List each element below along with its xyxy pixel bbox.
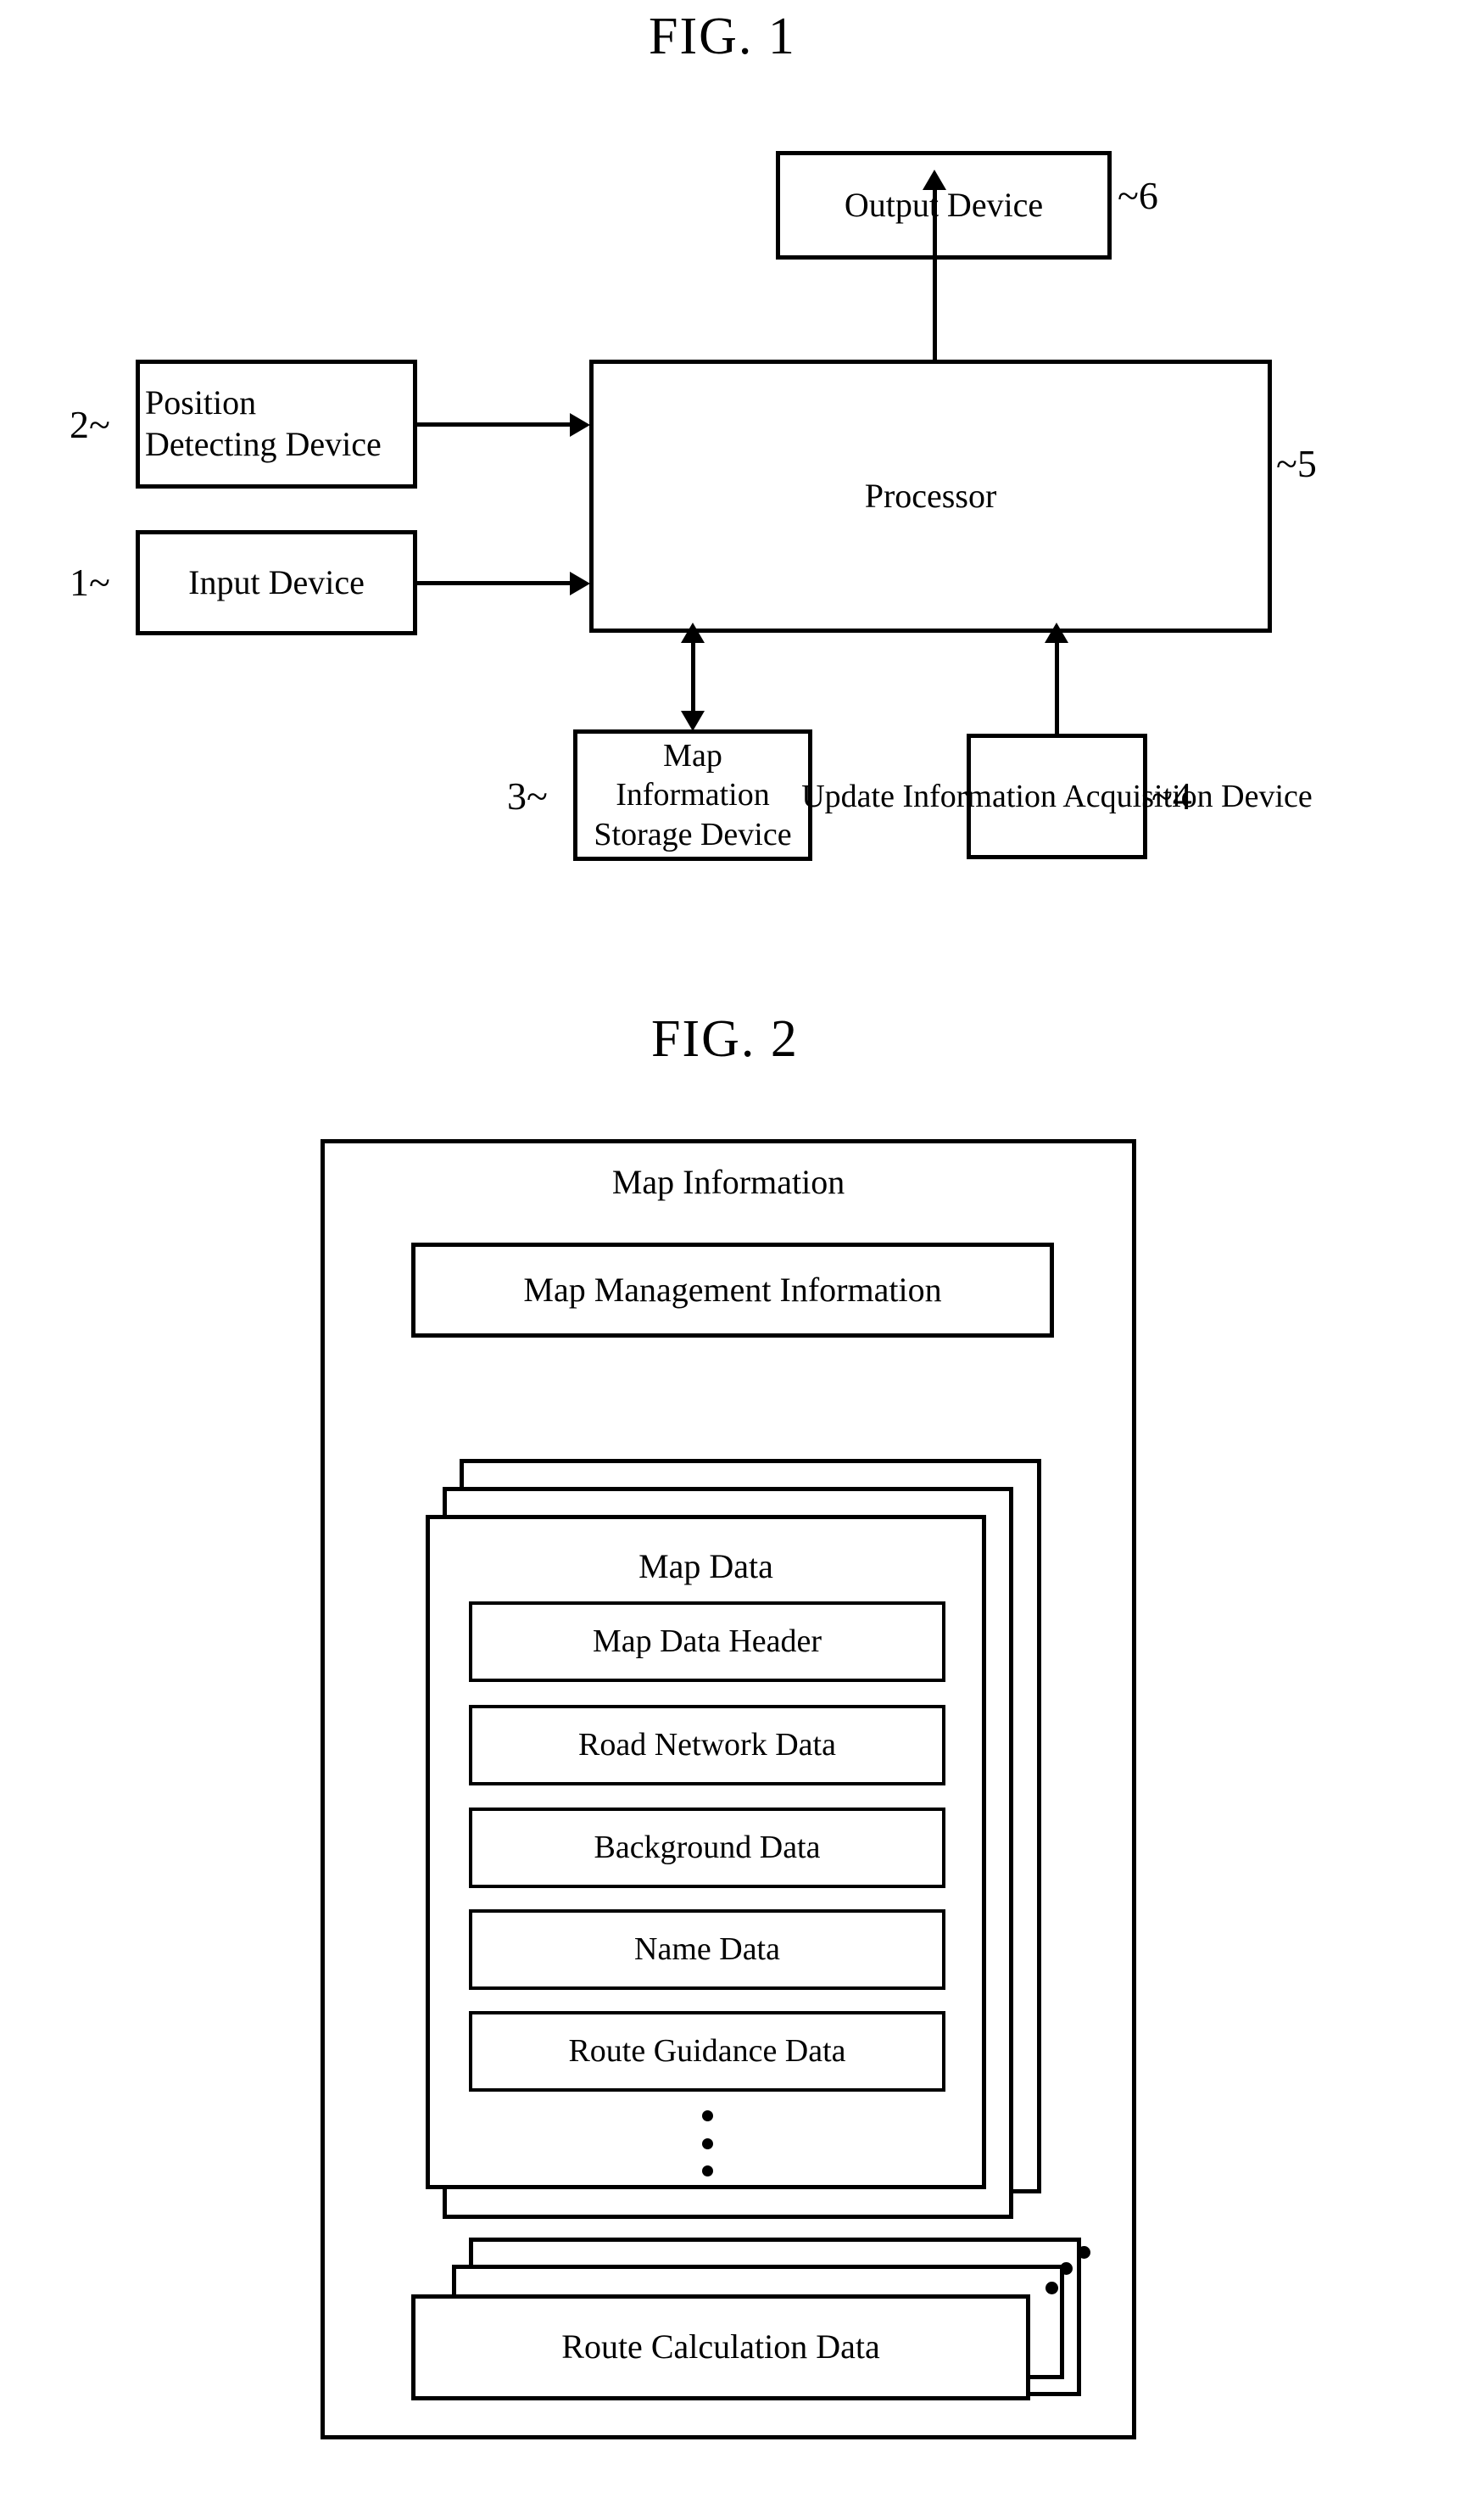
reference-numeral-2: 2~ [70,403,110,446]
reference-numeral-5: ~5 [1276,442,1317,485]
processor-box: Processor [589,360,1272,633]
connector-position-detecting-to-processor [417,422,572,427]
map-data-item-label-3: Name Data [634,1931,780,1968]
figure-2-title: FIG. 2 [651,1010,799,1068]
input-device-box: Input Device [136,530,417,635]
arrow-head-up-output-device [923,170,946,190]
position-detecting-device-label: Position Detecting Device [145,383,382,463]
diagonal-ellipsis-dot-2 [1060,2262,1073,2275]
arrow-head-up-update-acquisition [1045,623,1068,643]
map-data-item-label-1: Road Network Data [578,1727,836,1763]
map-data-item-box-2: Background Data [469,1808,945,1888]
diagonal-ellipsis-dot-1 [1045,2282,1058,2294]
map-data-item-box-4: Route Guidance Data [469,2011,945,2092]
reference-numeral-3: 3~ [507,774,548,818]
connector-update-acquisition-to-processor [1055,638,1059,734]
map-management-information-box: Map Management Information [411,1243,1054,1338]
arrow-head-right-input-device [570,572,590,595]
arrow-head-down-map-storage [681,711,705,731]
map-data-item-label-0: Map Data Header [592,1623,822,1660]
map-data-item-label-4: Route Guidance Data [568,2033,846,2070]
input-device-label: Input Device [188,562,365,601]
map-data-item-label-2: Background Data [594,1830,821,1866]
patent-drawing-sheet: FIG. 1 Output Device ~6 Position Detecti… [0,0,1472,2520]
reference-numeral-4: ~4 [1151,774,1192,818]
route-calculation-data-label: Route Calculation Data [561,2327,880,2366]
route-calculation-data-box: Route Calculation Data [411,2294,1030,2400]
reference-numeral-1: 1~ [70,561,110,604]
arrow-head-right-position-detecting [570,413,590,437]
arrow-head-up-map-storage [681,623,705,643]
map-data-label: Map Data [638,1547,773,1585]
map-management-information-label: Map Management Information [523,1270,942,1309]
figure-1-title: FIG. 1 [649,8,796,65]
connector-input-device-to-processor [417,581,572,585]
update-information-acquisition-device-box: Update Information Acquisition Device [801,734,1313,859]
connector-processor-to-output-device [933,185,937,361]
connector-processor-to-map-storage [691,638,695,723]
map-data-item-box-0: Map Data Header [469,1601,945,1682]
update-information-acquisition-device-label: Update Information Acquisition Device [801,778,1313,814]
map-information-storage-device-label: Map Information Storage Device [594,737,792,852]
output-device-box: Output Device [776,151,1112,260]
reference-numeral-6: ~6 [1118,174,1158,217]
processor-label: Processor [864,476,997,515]
map-information-storage-device-box: Map Information Storage Device [573,729,812,861]
map-data-item-box-1: Road Network Data [469,1705,945,1785]
vertical-ellipsis-icon [700,2110,714,2176]
diagonal-ellipsis-dot-3 [1078,2246,1090,2259]
map-data-item-box-3: Name Data [469,1909,945,1990]
output-device-label: Output Device [844,185,1044,224]
position-detecting-device-box: Position Detecting Device [136,360,417,489]
map-information-label: Map Information [611,1163,845,1201]
